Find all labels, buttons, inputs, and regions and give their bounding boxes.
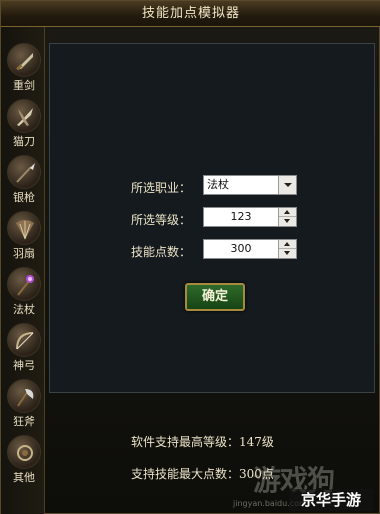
weapon-sidebar: 重剑 猫刀 银枪 羽扇 法杖 神弓 狂斧 其他	[1, 27, 45, 514]
watermark-badge: 京华手游	[289, 489, 373, 511]
sidebar-item-label: 狂斧	[13, 415, 35, 428]
points-spin-buttons	[278, 240, 296, 258]
sidebar-item-label: 法杖	[13, 303, 35, 316]
sidebar-item-label: 神弓	[13, 359, 35, 372]
sidebar-item-feather-fan[interactable]: 羽扇	[3, 209, 45, 261]
class-select[interactable]: 法杖	[203, 175, 297, 195]
level-decrement-button[interactable]	[279, 217, 296, 226]
max-level-text: 软件支持最高等级：147级	[131, 435, 274, 449]
sidebar-item-bow[interactable]: 神弓	[3, 321, 45, 373]
staff-icon	[7, 267, 41, 301]
dual-blades-icon	[7, 99, 41, 133]
skill-simulator-window: 技能加点模拟器 重剑 猫刀 银枪 羽扇 法杖 神弓 狂斧 其他 所选职业： 法杖…	[0, 0, 380, 514]
bow-icon	[7, 323, 41, 357]
sidebar-item-axe[interactable]: 狂斧	[3, 377, 45, 429]
window-title: 技能加点模拟器	[141, 6, 240, 21]
feather-fan-icon	[7, 211, 41, 245]
level-spin-buttons	[278, 208, 296, 226]
class-label: 所选职业：	[131, 181, 192, 195]
points-decrement-button[interactable]	[279, 249, 296, 258]
level-increment-button[interactable]	[279, 208, 296, 217]
title-bar: 技能加点模拟器	[1, 1, 380, 27]
sidebar-item-label: 其他	[13, 471, 35, 484]
sidebar-item-label: 猫刀	[13, 135, 35, 148]
sidebar-item-spear[interactable]: 银枪	[3, 153, 45, 205]
spear-icon	[7, 155, 41, 189]
sidebar-item-dual-blades[interactable]: 猫刀	[3, 97, 45, 149]
class-select-value: 法杖	[207, 178, 229, 191]
axe-icon	[7, 379, 41, 413]
sidebar-item-label: 羽扇	[13, 247, 35, 260]
points-increment-button[interactable]	[279, 240, 296, 249]
dropdown-arrow-icon[interactable]	[278, 176, 296, 194]
points-value[interactable]: 300	[204, 240, 278, 258]
points-label: 技能点数：	[131, 245, 192, 259]
sidebar-item-staff[interactable]: 法杖	[3, 265, 45, 317]
greatsword-icon	[7, 43, 41, 77]
sidebar-item-misc[interactable]: 其他	[3, 433, 45, 485]
confirm-button[interactable]: 确定	[185, 283, 245, 311]
sidebar-item-greatsword[interactable]: 重剑	[3, 41, 45, 93]
misc-weapon-icon	[7, 435, 41, 469]
level-label: 所选等级：	[131, 213, 192, 227]
level-value[interactable]: 123	[204, 208, 278, 226]
level-stepper[interactable]: 123	[203, 207, 297, 227]
sidebar-item-label: 重剑	[13, 79, 35, 92]
points-stepper[interactable]: 300	[203, 239, 297, 259]
sidebar-item-label: 银枪	[13, 191, 35, 204]
